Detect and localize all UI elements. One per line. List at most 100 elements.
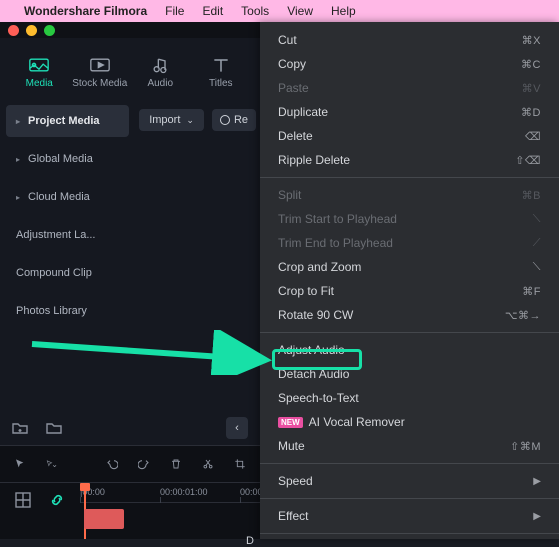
import-button[interactable]: Import ⌄ [139, 109, 204, 131]
sidebar-item-adjustment-layer[interactable]: Adjustment La... [6, 219, 129, 251]
undo-icon[interactable] [106, 455, 118, 473]
menu-item-ai-vocal-remover[interactable]: NEWAI Vocal Remover [260, 410, 559, 434]
tab-titles-label: Titles [209, 78, 233, 89]
menu-tools[interactable]: Tools [241, 4, 269, 18]
delete-icon[interactable] [170, 455, 182, 473]
menu-item-detach-audio[interactable]: Detach Audio [260, 362, 559, 386]
folder-icon[interactable] [46, 421, 62, 435]
tab-stock-label: Stock Media [72, 78, 127, 89]
menu-item-crop-to-fit[interactable]: Crop to Fit⌘F [260, 279, 559, 303]
disclosure-triangle-icon: ▸ [16, 155, 20, 164]
menu-item-label: Speech-to-Text [278, 391, 541, 405]
timeline-clip[interactable] [84, 509, 124, 529]
new-badge: NEW [278, 417, 303, 428]
redo-icon[interactable] [138, 455, 150, 473]
tab-stock-media[interactable]: Stock Media [71, 52, 130, 93]
tab-audio[interactable]: Audio [131, 52, 190, 93]
menu-item-copy[interactable]: Copy⌘C [260, 52, 559, 76]
tab-titles[interactable]: Titles [192, 52, 251, 93]
sidebar-item-project-media[interactable]: ▸ Project Media [6, 105, 129, 137]
menu-item-label: Cut [278, 33, 522, 47]
menu-item-label: Rotate 90 CW [278, 308, 505, 322]
window-close-button[interactable] [8, 25, 19, 36]
menu-item-label: Crop to Fit [278, 284, 522, 298]
disclosure-triangle-icon: ▸ [16, 193, 20, 202]
sidebar-item-global-media[interactable]: ▸ Global Media [6, 143, 129, 175]
ruler-tick: 00:00:01:00 [160, 483, 240, 502]
media-icon [29, 56, 49, 74]
app-name[interactable]: Wondershare Filmora [24, 4, 147, 18]
context-menu: Cut⌘XCopy⌘CPaste⌘VDuplicate⌘DDelete⌫Ripp… [260, 22, 559, 539]
split-icon[interactable] [202, 455, 214, 473]
menu-item-cut[interactable]: Cut⌘X [260, 28, 559, 52]
select-tool-icon[interactable]: ⌄ [46, 455, 58, 473]
menu-shortcut: ⇧⌫ [515, 154, 541, 167]
submenu-arrow-icon: ▶ [533, 476, 541, 487]
tab-media-label: Media [26, 78, 53, 89]
tab-media[interactable]: Media [10, 52, 69, 93]
menu-item-label: Speed [278, 474, 533, 488]
menu-item-trim-end-to-playhead: Trim End to Playhead⟋ [260, 231, 559, 255]
sidebar-item-photos-library[interactable]: Photos Library [6, 295, 129, 327]
menu-help[interactable]: Help [331, 4, 356, 18]
menu-file[interactable]: File [165, 4, 184, 18]
window-minimize-button[interactable] [26, 25, 37, 36]
stock-media-icon [90, 56, 110, 74]
sidebar-item-label: Global Media [28, 153, 93, 165]
menu-shortcut: ⌘X [522, 34, 541, 47]
link-icon[interactable] [48, 491, 66, 509]
menu-shortcut: ⌘F [522, 285, 541, 298]
menu-separator [260, 463, 559, 464]
menu-shortcut: ⌫ [525, 130, 541, 143]
sidebar-item-label: Adjustment La... [16, 229, 96, 241]
menu-edit[interactable]: Edit [202, 4, 223, 18]
menu-item-duplicate[interactable]: Duplicate⌘D [260, 100, 559, 124]
menu-item-crop-and-zoom[interactable]: Crop and Zoom⟍ [260, 255, 559, 279]
disclosure-triangle-icon: ▸ [16, 117, 20, 126]
import-label: Import [149, 114, 180, 126]
timeline-toolbar: ⌄ [0, 445, 260, 483]
sidebar-item-cloud-media[interactable]: ▸Cloud Media [6, 181, 129, 213]
menu-separator [260, 177, 559, 178]
menu-shortcut: ⟋ [533, 237, 541, 250]
menu-shortcut: ⇧⌘M [510, 440, 541, 453]
timeline-grid-icon[interactable] [14, 491, 32, 509]
record-button[interactable]: Re [212, 109, 256, 131]
crop-icon[interactable] [234, 455, 246, 473]
menu-item-label: Trim End to Playhead [278, 236, 533, 250]
ruler-tick: |00:00 [80, 483, 160, 502]
audio-icon [150, 56, 170, 74]
menu-view[interactable]: View [287, 4, 313, 18]
menu-item-rotate-90-cw[interactable]: Rotate 90 CW⌥⌘→ [260, 303, 559, 327]
menu-shortcut: ⌘V [522, 82, 541, 95]
menu-item-speed[interactable]: Speed▶ [260, 469, 559, 493]
sidebar-item-label: Project Media [28, 115, 100, 127]
menu-item-label: Paste [278, 81, 522, 95]
menu-separator [260, 498, 559, 499]
menu-item-mute[interactable]: Mute⇧⌘M [260, 434, 559, 458]
new-folder-icon[interactable] [12, 421, 28, 435]
menu-shortcut: ⌥⌘→ [505, 309, 541, 322]
menu-item-adjust-audio[interactable]: Adjust Audio [260, 338, 559, 362]
sidebar-item-compound-clip[interactable]: Compound Clip [6, 257, 129, 289]
menu-shortcut: ⟍ [533, 213, 541, 226]
menu-item-effect[interactable]: Effect▶ [260, 504, 559, 528]
panel-footer: ‹ [0, 411, 260, 445]
menu-item-label: Copy [278, 57, 521, 71]
menu-item-speech-to-text[interactable]: Speech-to-Text [260, 386, 559, 410]
window-zoom-button[interactable] [44, 25, 55, 36]
collapse-panel-button[interactable]: ‹ [226, 417, 248, 439]
submenu-arrow-icon: ▶ [533, 511, 541, 522]
menu-item-label: Effect [278, 509, 533, 523]
mac-menubar: Wondershare Filmora File Edit Tools View… [0, 0, 559, 22]
menu-item-label: Adjust Audio [278, 343, 541, 357]
pointer-tool-icon[interactable] [14, 455, 26, 473]
menu-shortcut: ⌘B [522, 189, 541, 202]
titles-icon [211, 56, 231, 74]
menu-shortcut: ⟍ [533, 261, 541, 274]
menu-item-delete[interactable]: Delete⌫ [260, 124, 559, 148]
menu-item-ripple-delete[interactable]: Ripple Delete⇧⌫ [260, 148, 559, 172]
timeline[interactable]: |00:00 00:00:01:00 00:00:02:00 [0, 483, 260, 539]
menu-item-paste: Paste⌘V [260, 76, 559, 100]
left-panel: Media Stock Media Audio Titles ▸ Project … [0, 38, 260, 539]
